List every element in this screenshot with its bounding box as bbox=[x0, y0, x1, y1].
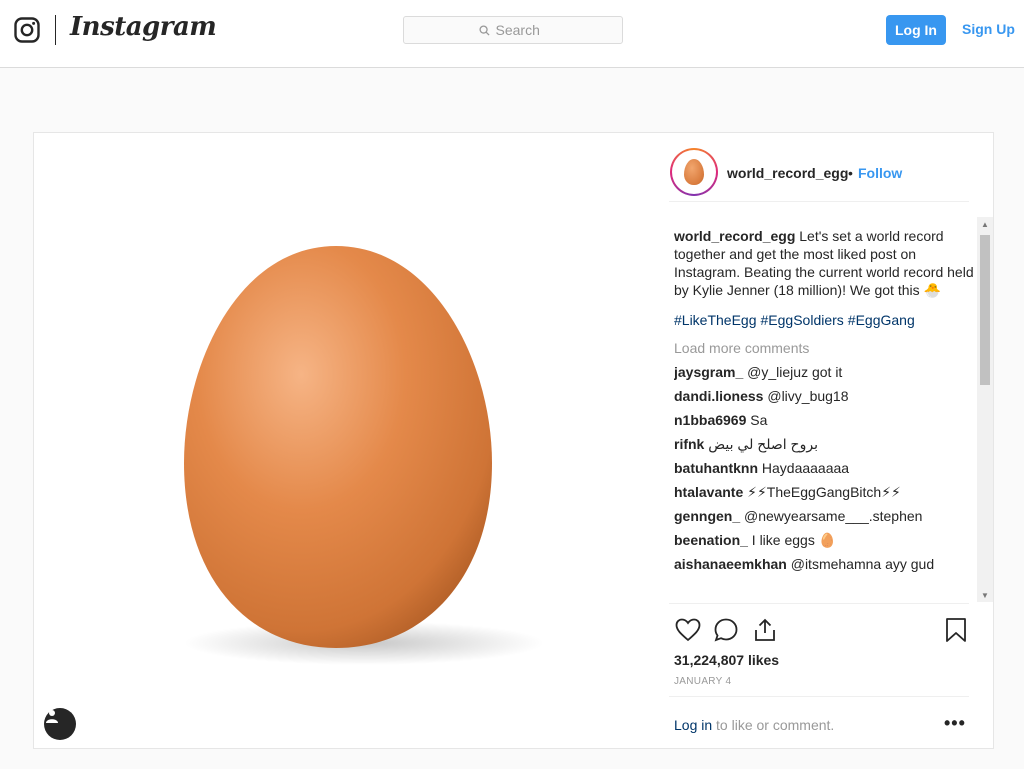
post-date[interactable]: JANUARY 4 bbox=[674, 676, 731, 687]
post-sidebar: world_record_egg • Follow world_record_e… bbox=[659, 133, 994, 748]
login-prompt-bar: Log in to like or comment. ••• bbox=[669, 696, 969, 750]
instagram-glyph-icon[interactable] bbox=[14, 17, 40, 43]
comment-username[interactable]: rifnk bbox=[674, 436, 704, 452]
comment-row: beenation_ I like eggs 🥚 bbox=[674, 531, 974, 549]
search-icon bbox=[478, 24, 490, 36]
comment-row: aishanaeemkhan @itsmehamna ayy gud bbox=[674, 555, 974, 573]
nav-divider bbox=[55, 15, 56, 45]
separator-dot: • bbox=[848, 165, 853, 181]
hashtags: #LikeTheEgg #EggSoldiers #EggGang bbox=[674, 311, 974, 329]
instagram-wordmark[interactable]: Instagram bbox=[70, 12, 217, 42]
search-box[interactable] bbox=[403, 16, 623, 44]
comment-text: بروح اصلح لي بيض bbox=[708, 436, 818, 452]
comment-row: jaysgram_ @y_liejuz got it bbox=[674, 363, 974, 381]
egg-photo bbox=[184, 246, 544, 665]
bookmark-icon[interactable] bbox=[942, 616, 970, 644]
signup-link[interactable]: Sign Up bbox=[962, 21, 1015, 37]
post-actions: 31,224,807 likes JANUARY 4 Log in to lik… bbox=[669, 603, 969, 749]
comment-row: genngen_ @newyearsame___.stephen bbox=[674, 507, 974, 525]
egg-avatar-image bbox=[684, 159, 704, 185]
heart-icon[interactable] bbox=[674, 616, 702, 644]
comment-row: dandi.lioness @livy_bug18 bbox=[674, 387, 974, 405]
comment-username[interactable]: dandi.lioness bbox=[674, 388, 763, 404]
comment-row: n1bba6969 Sa bbox=[674, 411, 974, 429]
comments-scrollbar[interactable]: ▲ ▼ bbox=[977, 217, 993, 602]
comment-username[interactable]: jaysgram_ bbox=[674, 364, 743, 380]
scroll-up-arrow-icon[interactable]: ▲ bbox=[977, 217, 993, 231]
comment-username[interactable]: aishanaeemkhan bbox=[674, 556, 787, 572]
comment-username[interactable]: htalavante bbox=[674, 484, 743, 500]
comment-icon[interactable] bbox=[712, 616, 740, 644]
login-prompt-text: to like or comment. bbox=[712, 717, 835, 733]
comment-text: ⚡⚡TheEggGangBitch⚡⚡ bbox=[747, 484, 901, 500]
login-button[interactable]: Log In bbox=[886, 15, 946, 45]
hashtag-link[interactable]: #EggGang bbox=[848, 312, 915, 328]
comments-list[interactable]: world_record_egg Let's set a world recor… bbox=[674, 227, 974, 602]
caption-username[interactable]: world_record_egg bbox=[674, 228, 795, 244]
comment-username[interactable]: n1bba6969 bbox=[674, 412, 746, 428]
comment-text: Sa bbox=[750, 412, 768, 428]
comment-row: batuhantknn Haydaaaaaaa bbox=[674, 459, 974, 477]
search-input[interactable] bbox=[495, 22, 548, 38]
comment-username[interactable]: batuhantknn bbox=[674, 460, 758, 476]
post-author-username[interactable]: world_record_egg bbox=[727, 165, 848, 181]
likes-count[interactable]: 31,224,807 likes bbox=[674, 652, 779, 668]
login-link[interactable]: Log in bbox=[674, 717, 712, 733]
load-more-comments[interactable]: Load more comments bbox=[674, 339, 974, 357]
comment-row: rifnk بروح اصلح لي بيض bbox=[674, 435, 974, 453]
comment-text: @newyearsame___.stephen bbox=[744, 508, 923, 524]
follow-button[interactable]: Follow bbox=[858, 165, 902, 181]
comment-text: Haydaaaaaaa bbox=[761, 460, 850, 476]
share-icon[interactable] bbox=[751, 616, 779, 644]
comment-text: @livy_bug18 bbox=[767, 388, 849, 404]
comment-username[interactable]: genngen_ bbox=[674, 508, 740, 524]
comment-username[interactable]: beenation_ bbox=[674, 532, 748, 548]
avatar[interactable] bbox=[670, 148, 718, 196]
hashtag-link[interactable]: #LikeTheEgg bbox=[674, 312, 757, 328]
comment-text: @itsmehamna ayy gud bbox=[790, 556, 935, 572]
top-nav: Instagram Log In Sign Up bbox=[0, 0, 1024, 68]
more-options-icon[interactable]: ••• bbox=[944, 713, 966, 734]
hashtag-link[interactable]: #EggSoldiers bbox=[761, 312, 844, 328]
post-card: world_record_egg • Follow world_record_e… bbox=[33, 132, 994, 749]
scroll-thumb[interactable] bbox=[980, 235, 990, 385]
post-image[interactable] bbox=[34, 133, 659, 748]
comment-row: htalavante ⚡⚡TheEggGangBitch⚡⚡ bbox=[674, 483, 974, 501]
comment-text: @y_liejuz got it bbox=[747, 364, 843, 380]
scroll-down-arrow-icon[interactable]: ▼ bbox=[977, 588, 993, 602]
login-prompt: Log in to like or comment. bbox=[674, 717, 834, 733]
post-caption: world_record_egg Let's set a world recor… bbox=[674, 227, 974, 299]
user-tag-icon[interactable] bbox=[44, 708, 76, 740]
comment-text: I like eggs 🥚 bbox=[751, 532, 837, 548]
